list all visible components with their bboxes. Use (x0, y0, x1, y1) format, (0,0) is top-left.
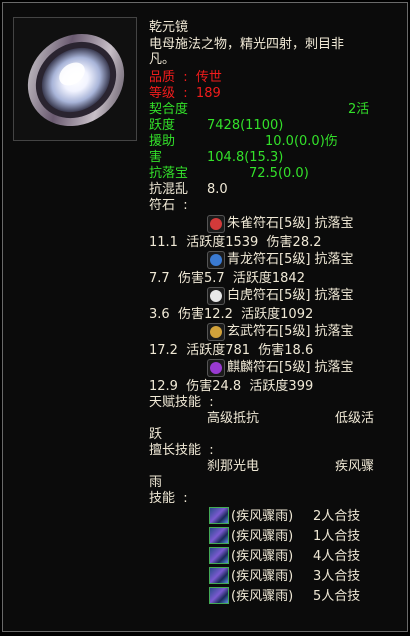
rune-title: 朱雀符石[5级] 抗落宝 (227, 216, 354, 231)
stat-activity-label: 跃度 (149, 118, 176, 133)
stat-anti-chaos-value: 8.0 (207, 182, 228, 197)
qilin-rune-icon (207, 359, 225, 377)
storm-skill-icon (209, 527, 229, 544)
stat-damage-value: 104.8(15.3) (207, 150, 284, 165)
skill-name: (疾风骤雨) (231, 589, 294, 604)
stat-affinity-wrap: 2活 (348, 102, 370, 117)
zhuque-rune-icon (207, 215, 225, 233)
rune-stats: 7.7 伤害5.7 活跃度1842 (149, 271, 305, 286)
skill-combo: 4人合技 (313, 549, 361, 564)
skill-name: (疾风骤雨) (231, 509, 294, 524)
stat-anti-loot-value: 72.5(0.0) (249, 166, 309, 181)
stat-anti-chaos-label: 抗混乱 (149, 182, 189, 197)
specialty-skill-wrap: 雨 (149, 475, 163, 490)
skill-combo: 3人合技 (313, 569, 361, 584)
item-name: 乾元镜 (149, 20, 189, 35)
talent-skill-low-activity: 低级活 (335, 411, 375, 426)
baihu-rune-icon (207, 287, 225, 305)
talent-skills-header: 天赋技能 : (149, 395, 214, 410)
specialty-skills-header: 擅长技能 : (149, 443, 214, 458)
rune-stats: 3.6 伤害12.2 活跃度1092 (149, 307, 314, 322)
mirror-item-icon (13, 17, 137, 141)
rune-stats: 11.1 活跃度1539 伤害28.2 (149, 235, 322, 250)
skill-combo: 2人合技 (313, 509, 361, 524)
rune-title: 青龙符石[5级] 抗落宝 (227, 252, 354, 267)
skill-combo: 5人合技 (313, 589, 361, 604)
talent-skill-wrap: 跃 (149, 427, 163, 442)
quality-value: 传世 (195, 70, 222, 85)
item-tooltip: 乾元镜 电母施法之物，精光四射，刺目非 凡。 品质 : 传世 等级 : 189 … (2, 2, 408, 632)
skill-name: (疾风骤雨) (231, 529, 294, 544)
xuanwu-rune-icon (207, 323, 225, 341)
specialty-skill-instant-lightning: 刹那光电 (207, 459, 260, 474)
stat-affinity-label: 契合度 (149, 102, 189, 117)
runes-header: 符石 : (149, 198, 188, 213)
storm-skill-icon (209, 567, 229, 584)
storm-skill-icon (209, 547, 229, 564)
item-description-line-2: 凡。 (149, 52, 176, 67)
skills-header: 技能 : (149, 491, 188, 506)
specialty-skill-storm: 疾风骤 (335, 459, 375, 474)
level-value: 189 (195, 86, 221, 101)
item-description-line-1: 电母施法之物，精光四射，刺目非 (149, 37, 345, 52)
stat-anti-loot-label: 抗落宝 (149, 166, 189, 181)
talent-skill-advanced-resist: 高级抵抗 (207, 411, 260, 426)
quality-label: 品质 : (149, 70, 196, 85)
rune-title: 玄武符石[5级] 抗落宝 (227, 324, 354, 339)
stat-activity-value: 7428(1100) (207, 118, 284, 133)
stat-assist-label: 援助 (149, 134, 176, 149)
rune-title: 白虎符石[5级] 抗落宝 (227, 288, 354, 303)
qinglong-rune-icon (207, 251, 225, 269)
rune-stats: 17.2 活跃度781 伤害18.6 (149, 343, 314, 358)
level-label: 等级 : (149, 86, 196, 101)
rune-title: 麒麟符石[5级] 抗落宝 (227, 360, 354, 375)
stat-assist-value: 10.0(0.0)伤 (265, 134, 338, 149)
quality-row: 品质 : 传世 (149, 70, 222, 86)
storm-skill-icon (209, 507, 229, 524)
level-row: 等级 : 189 (149, 86, 221, 102)
skill-name: (疾风骤雨) (231, 569, 294, 584)
skill-name: (疾风骤雨) (231, 549, 294, 564)
storm-skill-icon (209, 587, 229, 604)
skill-combo: 1人合技 (313, 529, 361, 544)
rune-stats: 12.9 伤害24.8 活跃度399 (149, 379, 314, 394)
stat-damage-label: 害 (149, 150, 163, 165)
